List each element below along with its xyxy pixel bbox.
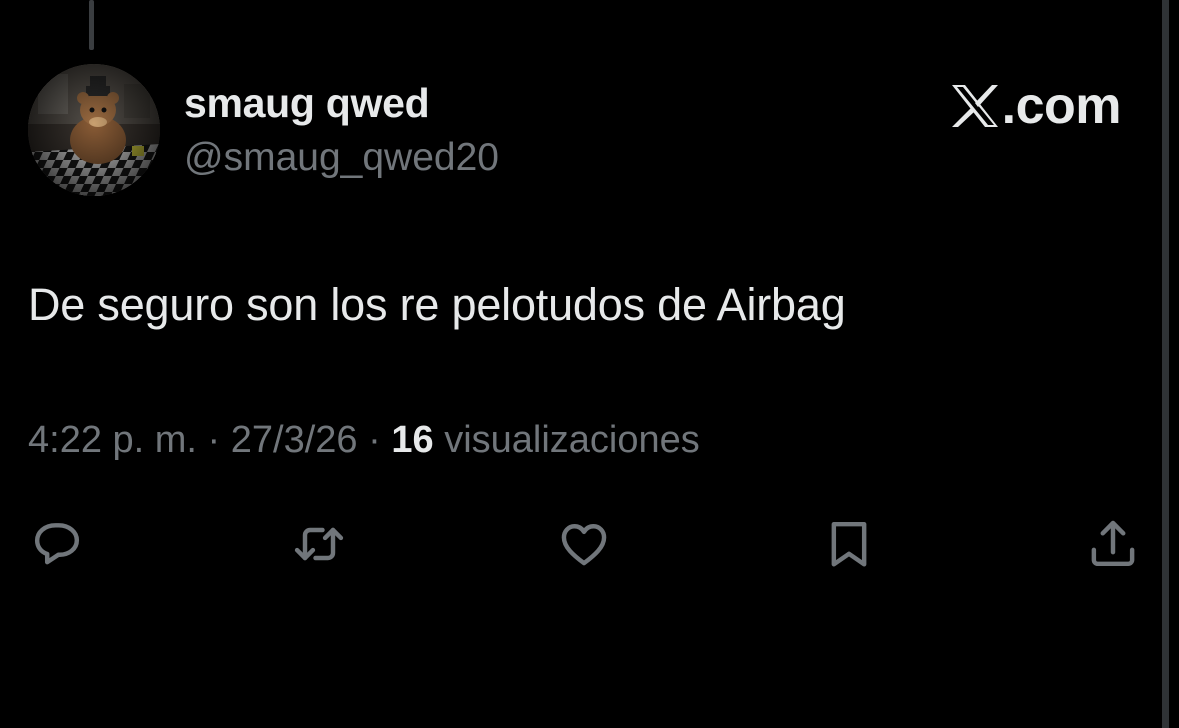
author-handle[interactable]: @smaug_qwed20 — [184, 136, 499, 180]
meta-separator: · — [207, 419, 221, 461]
reply-icon — [34, 523, 80, 565]
views-label[interactable]: visualizaciones — [444, 419, 700, 461]
meta-separator: · — [368, 419, 381, 461]
thread-connector-line — [89, 0, 94, 50]
x-logo-icon — [951, 85, 998, 127]
bookmark-button[interactable] — [819, 514, 879, 574]
like-button[interactable] — [554, 514, 614, 574]
tweet-date[interactable]: 27/3/26 — [231, 419, 358, 461]
bookmark-icon — [831, 521, 867, 567]
views-count[interactable]: 16 — [391, 419, 433, 461]
share-icon — [1091, 520, 1135, 567]
share-button[interactable] — [1083, 514, 1143, 574]
retweet-button[interactable] — [289, 514, 349, 574]
like-icon — [561, 524, 607, 566]
tweet-time[interactable]: 4:22 p. m. — [28, 419, 197, 461]
author-display-name[interactable]: smaug qwed — [184, 80, 430, 127]
brand-logo: .com — [950, 76, 1122, 136]
tweet-text: De seguro son los re pelotudos de Airbag — [28, 279, 846, 330]
retweet-icon — [294, 527, 344, 561]
reply-button[interactable] — [27, 514, 87, 574]
brand-text: .com — [1001, 77, 1122, 135]
avatar-image — [28, 64, 160, 196]
scroll-edge — [1162, 0, 1169, 728]
tweet-metadata: 4:22 p. m. · 27/3/26 · 16 visualizacione… — [28, 419, 700, 462]
avatar[interactable] — [28, 64, 160, 196]
